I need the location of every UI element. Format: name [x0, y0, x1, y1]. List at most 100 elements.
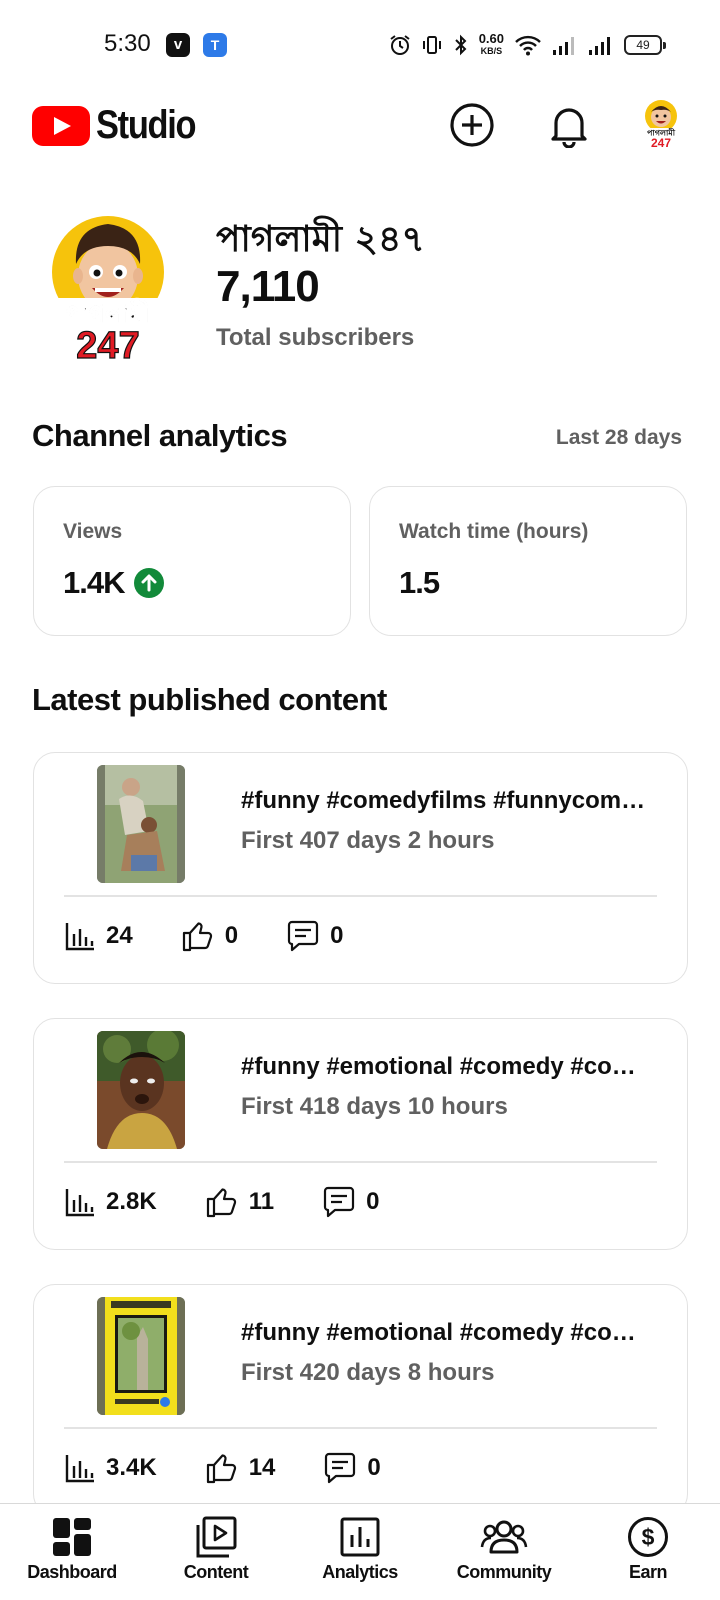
- comments-count: 0: [330, 922, 344, 949]
- video-meta: First 420 days 8 hours: [241, 1359, 495, 1386]
- plus-circle-icon: [450, 103, 494, 147]
- nav-content-label: Content: [183, 1562, 249, 1582]
- video-title: #funny #emotional #comedy #comedyfilms: [241, 1053, 651, 1080]
- comments-count: 0: [366, 1188, 380, 1215]
- nav-analytics[interactable]: Analytics: [288, 1504, 432, 1600]
- video-library-icon: [196, 1516, 237, 1558]
- video-metrics: 3.4K 14 0: [64, 1450, 429, 1486]
- channel-analytics-title: Channel analytics: [32, 418, 288, 453]
- watch-time-label: Watch time (hours): [399, 520, 589, 543]
- subscriber-label: Total subscribers: [216, 324, 415, 351]
- app-header: Studio পাগলামী 247: [0, 92, 720, 162]
- avatar-image: পাগলামী 247: [52, 216, 164, 368]
- notifications-button[interactable]: [544, 100, 594, 150]
- divider: [64, 1161, 657, 1163]
- comments-metric: 0: [322, 1185, 379, 1219]
- wifi-icon: [515, 35, 541, 56]
- content-card[interactable]: #funny #emotional #comedy #comedyfilms F…: [33, 1018, 688, 1250]
- latest-content-title: Latest published content: [32, 682, 387, 717]
- signal-icon: [553, 37, 574, 55]
- views-metric: 24: [64, 920, 133, 952]
- watch-time-value: 1.5: [399, 565, 440, 600]
- create-button[interactable]: [447, 100, 497, 150]
- app-notification-icon: T: [203, 33, 227, 57]
- account-avatar[interactable]: পাগলামী 247: [640, 98, 682, 150]
- community-icon: [480, 1520, 528, 1554]
- comment-icon: [325, 1452, 356, 1484]
- video-meta: First 407 days 2 hours: [241, 827, 495, 854]
- nav-earn[interactable]: $ Earn: [576, 1504, 720, 1600]
- video-thumbnail[interactable]: [97, 765, 185, 883]
- views-count: 2.8K: [106, 1188, 157, 1215]
- content-card[interactable]: #funny #comedyfilms #funnycomedy #comedy…: [33, 752, 688, 984]
- comments-count: 0: [367, 1454, 381, 1481]
- trend-up-icon: [134, 568, 165, 598]
- video-metrics: 24 0 0: [64, 918, 391, 954]
- dollar-circle-icon: $: [628, 1517, 668, 1557]
- avatar-image: পাগলামী 247: [643, 100, 679, 150]
- thumbs-up-icon: [182, 922, 212, 952]
- svg-text:247: 247: [76, 325, 139, 362]
- battery-indicator: 49: [624, 35, 666, 55]
- nav-analytics-label: Analytics: [322, 1562, 398, 1582]
- views-count: 24: [106, 922, 133, 949]
- vibrate-icon: [422, 36, 441, 54]
- subscriber-count: 7,110: [216, 262, 320, 311]
- views-value: 1.4K: [63, 565, 125, 600]
- nav-dashboard[interactable]: Dashboard: [0, 1504, 144, 1600]
- video-thumbnail[interactable]: [97, 1031, 185, 1149]
- analytics-range: Last 28 days: [555, 426, 682, 449]
- content-card[interactable]: #funny #emotional #comedy #comedyfilms F…: [33, 1284, 688, 1516]
- likes-metric: 11: [205, 1185, 274, 1219]
- views-metric: 3.4K: [64, 1452, 157, 1484]
- status-time: 5:30: [104, 30, 151, 57]
- views-count: 3.4K: [106, 1454, 157, 1481]
- bar-chart-icon: [65, 1189, 94, 1217]
- views-card[interactable]: Views 1.4K: [33, 486, 351, 636]
- views-label: Views: [63, 520, 123, 543]
- video-title: #funny #comedyfilms #funnycomedy #comedy: [241, 787, 651, 814]
- divider: [64, 1427, 657, 1429]
- alarm-icon: [390, 35, 410, 55]
- bottom-navigation: Dashboard Content Analytics Community $ …: [0, 1503, 720, 1600]
- dashboard-icon: [53, 1518, 91, 1556]
- views-value-row: 1.4K: [63, 565, 165, 601]
- video-thumbnail[interactable]: [97, 1297, 185, 1415]
- bell-icon: [551, 108, 587, 148]
- nav-community-label: Community: [456, 1562, 552, 1582]
- likes-count: 14: [248, 1454, 276, 1481]
- svg-text:247: 247: [651, 136, 671, 150]
- status-bar: 5:30 v T 0.60 KB/S 49: [0, 0, 720, 92]
- analytics-icon: [340, 1517, 380, 1557]
- views-metric: 2.8K: [64, 1186, 157, 1218]
- thumbs-up-icon: [206, 1188, 236, 1218]
- nav-dashboard-label: Dashboard: [27, 1562, 117, 1582]
- bar-chart-icon: [65, 1455, 94, 1483]
- bar-chart-icon: [65, 923, 94, 951]
- divider: [64, 895, 657, 897]
- bluetooth-icon: [454, 34, 467, 56]
- svg-text:$: $: [642, 1524, 655, 1550]
- likes-metric: 14: [205, 1451, 276, 1485]
- app-name: Studio: [96, 103, 197, 147]
- comment-icon: [323, 1186, 355, 1218]
- likes-count: 0: [224, 922, 239, 949]
- likes-count: 11: [248, 1188, 275, 1215]
- comments-metric: 0: [286, 919, 343, 953]
- thumbs-up-icon: [206, 1454, 236, 1484]
- nav-content[interactable]: Content: [144, 1504, 288, 1600]
- youtube-play-icon: [32, 105, 90, 146]
- video-meta: First 418 days 10 hours: [241, 1093, 508, 1120]
- nav-earn-label: Earn: [628, 1562, 668, 1582]
- channel-summary: পাগলামী 247 পাগলামী ২৪৭ 7,110 Total subs…: [32, 200, 692, 368]
- likes-metric: 0: [181, 919, 238, 953]
- app-notification-icon: v: [166, 33, 190, 57]
- studio-logo[interactable]: Studio: [32, 103, 211, 148]
- watch-time-card[interactable]: Watch time (hours) 1.5: [369, 486, 687, 636]
- video-title: #funny #emotional #comedy #comedyfilms: [241, 1319, 651, 1346]
- svg-text:পাগলামী: পাগলামী: [66, 298, 151, 328]
- channel-avatar[interactable]: পাগলামী 247: [50, 212, 168, 368]
- comments-metric: 0: [323, 1451, 381, 1485]
- comment-icon: [287, 920, 319, 952]
- nav-community[interactable]: Community: [432, 1504, 576, 1600]
